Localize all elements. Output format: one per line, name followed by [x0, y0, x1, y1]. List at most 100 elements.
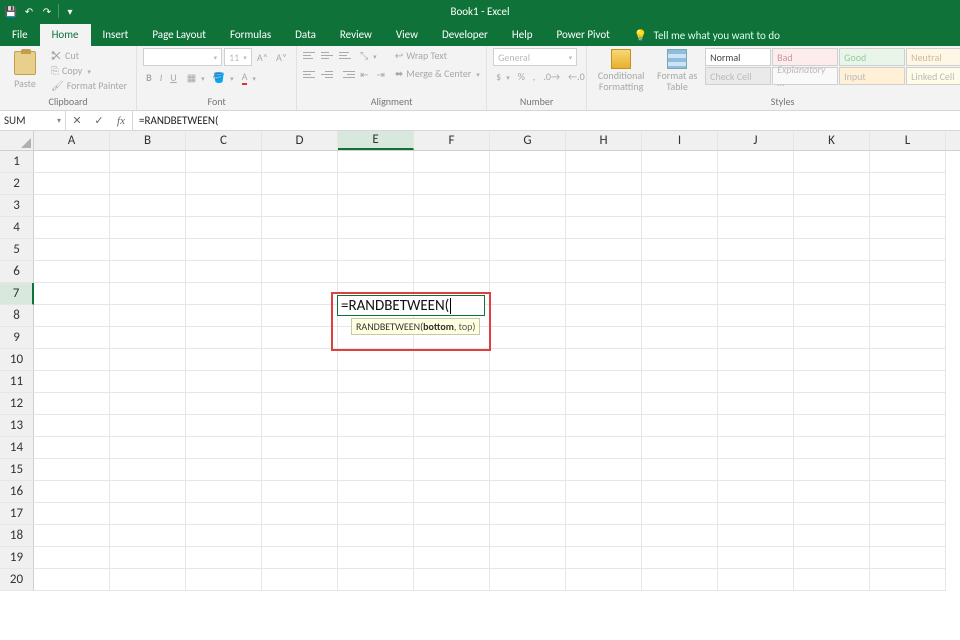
align-center-icon[interactable]	[321, 68, 337, 82]
cell-H1[interactable]	[566, 151, 642, 173]
cell-H5[interactable]	[566, 239, 642, 261]
cell-G13[interactable]	[490, 415, 566, 437]
cell-A10[interactable]	[34, 349, 110, 371]
cell-F12[interactable]	[414, 393, 490, 415]
cell-C9[interactable]	[186, 327, 262, 349]
column-header-L[interactable]: L	[870, 131, 946, 150]
fill-color-button[interactable]: 🪣	[210, 70, 237, 85]
cell-F4[interactable]	[414, 217, 490, 239]
cell-D10[interactable]	[262, 349, 338, 371]
cell-I17[interactable]	[642, 503, 718, 525]
cell-L7[interactable]	[870, 283, 946, 305]
cell-I3[interactable]	[642, 195, 718, 217]
cell-K14[interactable]	[794, 437, 870, 459]
cell-B20[interactable]	[110, 569, 186, 591]
cell-A13[interactable]	[34, 415, 110, 437]
cell-G7[interactable]	[490, 283, 566, 305]
align-right-icon[interactable]	[339, 68, 355, 82]
cell-J11[interactable]	[718, 371, 794, 393]
cell-J17[interactable]	[718, 503, 794, 525]
cell-J2[interactable]	[718, 173, 794, 195]
increase-indent-icon[interactable]: ⇥	[374, 67, 388, 82]
cell-B13[interactable]	[110, 415, 186, 437]
cell-H14[interactable]	[566, 437, 642, 459]
cell-G4[interactable]	[490, 217, 566, 239]
cell-J15[interactable]	[718, 459, 794, 481]
cell-L8[interactable]	[870, 305, 946, 327]
cell-D13[interactable]	[262, 415, 338, 437]
cell-J13[interactable]	[718, 415, 794, 437]
cell-B6[interactable]	[110, 261, 186, 283]
row-header-19[interactable]: 19	[0, 547, 34, 569]
cell-G17[interactable]	[490, 503, 566, 525]
cell-G9[interactable]	[490, 327, 566, 349]
row-header-1[interactable]: 1	[0, 151, 34, 173]
column-header-H[interactable]: H	[566, 131, 642, 150]
row-header-15[interactable]: 15	[0, 459, 34, 481]
cell-K17[interactable]	[794, 503, 870, 525]
cell-D6[interactable]	[262, 261, 338, 283]
cell-L14[interactable]	[870, 437, 946, 459]
cell-J4[interactable]	[718, 217, 794, 239]
cell-H15[interactable]	[566, 459, 642, 481]
column-header-I[interactable]: I	[642, 131, 718, 150]
cell-J12[interactable]	[718, 393, 794, 415]
decrease-font-icon[interactable]: A˅	[273, 50, 290, 65]
cell-K4[interactable]	[794, 217, 870, 239]
font-family-select[interactable]: ▾	[143, 48, 222, 66]
cell-I15[interactable]	[642, 459, 718, 481]
cell-E2[interactable]	[338, 173, 414, 195]
font-size-select[interactable]: 11▾	[224, 48, 252, 66]
orientation-icon[interactable]: ⤡	[357, 48, 380, 63]
cell-K2[interactable]	[794, 173, 870, 195]
cell-K8[interactable]	[794, 305, 870, 327]
cell-J1[interactable]	[718, 151, 794, 173]
cell-F16[interactable]	[414, 481, 490, 503]
column-header-G[interactable]: G	[490, 131, 566, 150]
cell-F11[interactable]	[414, 371, 490, 393]
undo-icon[interactable]: ↶	[22, 4, 36, 18]
qat-customize-icon[interactable]: ▾	[63, 4, 77, 18]
increase-decimal-icon[interactable]: .0→	[540, 69, 563, 84]
cell-K20[interactable]	[794, 569, 870, 591]
row-header-20[interactable]: 20	[0, 569, 34, 591]
cell-E5[interactable]	[338, 239, 414, 261]
row-header-11[interactable]: 11	[0, 371, 34, 393]
conditional-formatting-button[interactable]: Conditional Formatting	[593, 48, 649, 93]
decrease-indent-icon[interactable]: ⇤	[357, 67, 371, 82]
cell-G19[interactable]	[490, 547, 566, 569]
cell-A12[interactable]	[34, 393, 110, 415]
accounting-format-icon[interactable]: $	[493, 69, 513, 84]
cell-C19[interactable]	[186, 547, 262, 569]
cell-E16[interactable]	[338, 481, 414, 503]
align-top-icon[interactable]	[303, 49, 319, 63]
cell-I4[interactable]	[642, 217, 718, 239]
cell-A6[interactable]	[34, 261, 110, 283]
cell-H7[interactable]	[566, 283, 642, 305]
comma-format-icon[interactable]: ,	[530, 69, 539, 84]
cell-A19[interactable]	[34, 547, 110, 569]
row-header-2[interactable]: 2	[0, 173, 34, 195]
row-header-8[interactable]: 8	[0, 305, 34, 327]
cell-A18[interactable]	[34, 525, 110, 547]
cell-I14[interactable]	[642, 437, 718, 459]
cell-F18[interactable]	[414, 525, 490, 547]
column-header-A[interactable]: A	[34, 131, 110, 150]
cell-K7[interactable]	[794, 283, 870, 305]
cancel-formula-icon[interactable]: ✕	[66, 114, 88, 127]
cell-L19[interactable]	[870, 547, 946, 569]
tab-insert[interactable]: Insert	[91, 24, 141, 46]
cell-B2[interactable]	[110, 173, 186, 195]
cell-G8[interactable]	[490, 305, 566, 327]
tab-page-layout[interactable]: Page Layout	[140, 24, 218, 46]
cell-G2[interactable]	[490, 173, 566, 195]
cell-D15[interactable]	[262, 459, 338, 481]
row-header-5[interactable]: 5	[0, 239, 34, 261]
cell-H9[interactable]	[566, 327, 642, 349]
cell-I9[interactable]	[642, 327, 718, 349]
cell-K15[interactable]	[794, 459, 870, 481]
row-header-10[interactable]: 10	[0, 349, 34, 371]
cell-G16[interactable]	[490, 481, 566, 503]
cell-C20[interactable]	[186, 569, 262, 591]
row-header-9[interactable]: 9	[0, 327, 34, 349]
